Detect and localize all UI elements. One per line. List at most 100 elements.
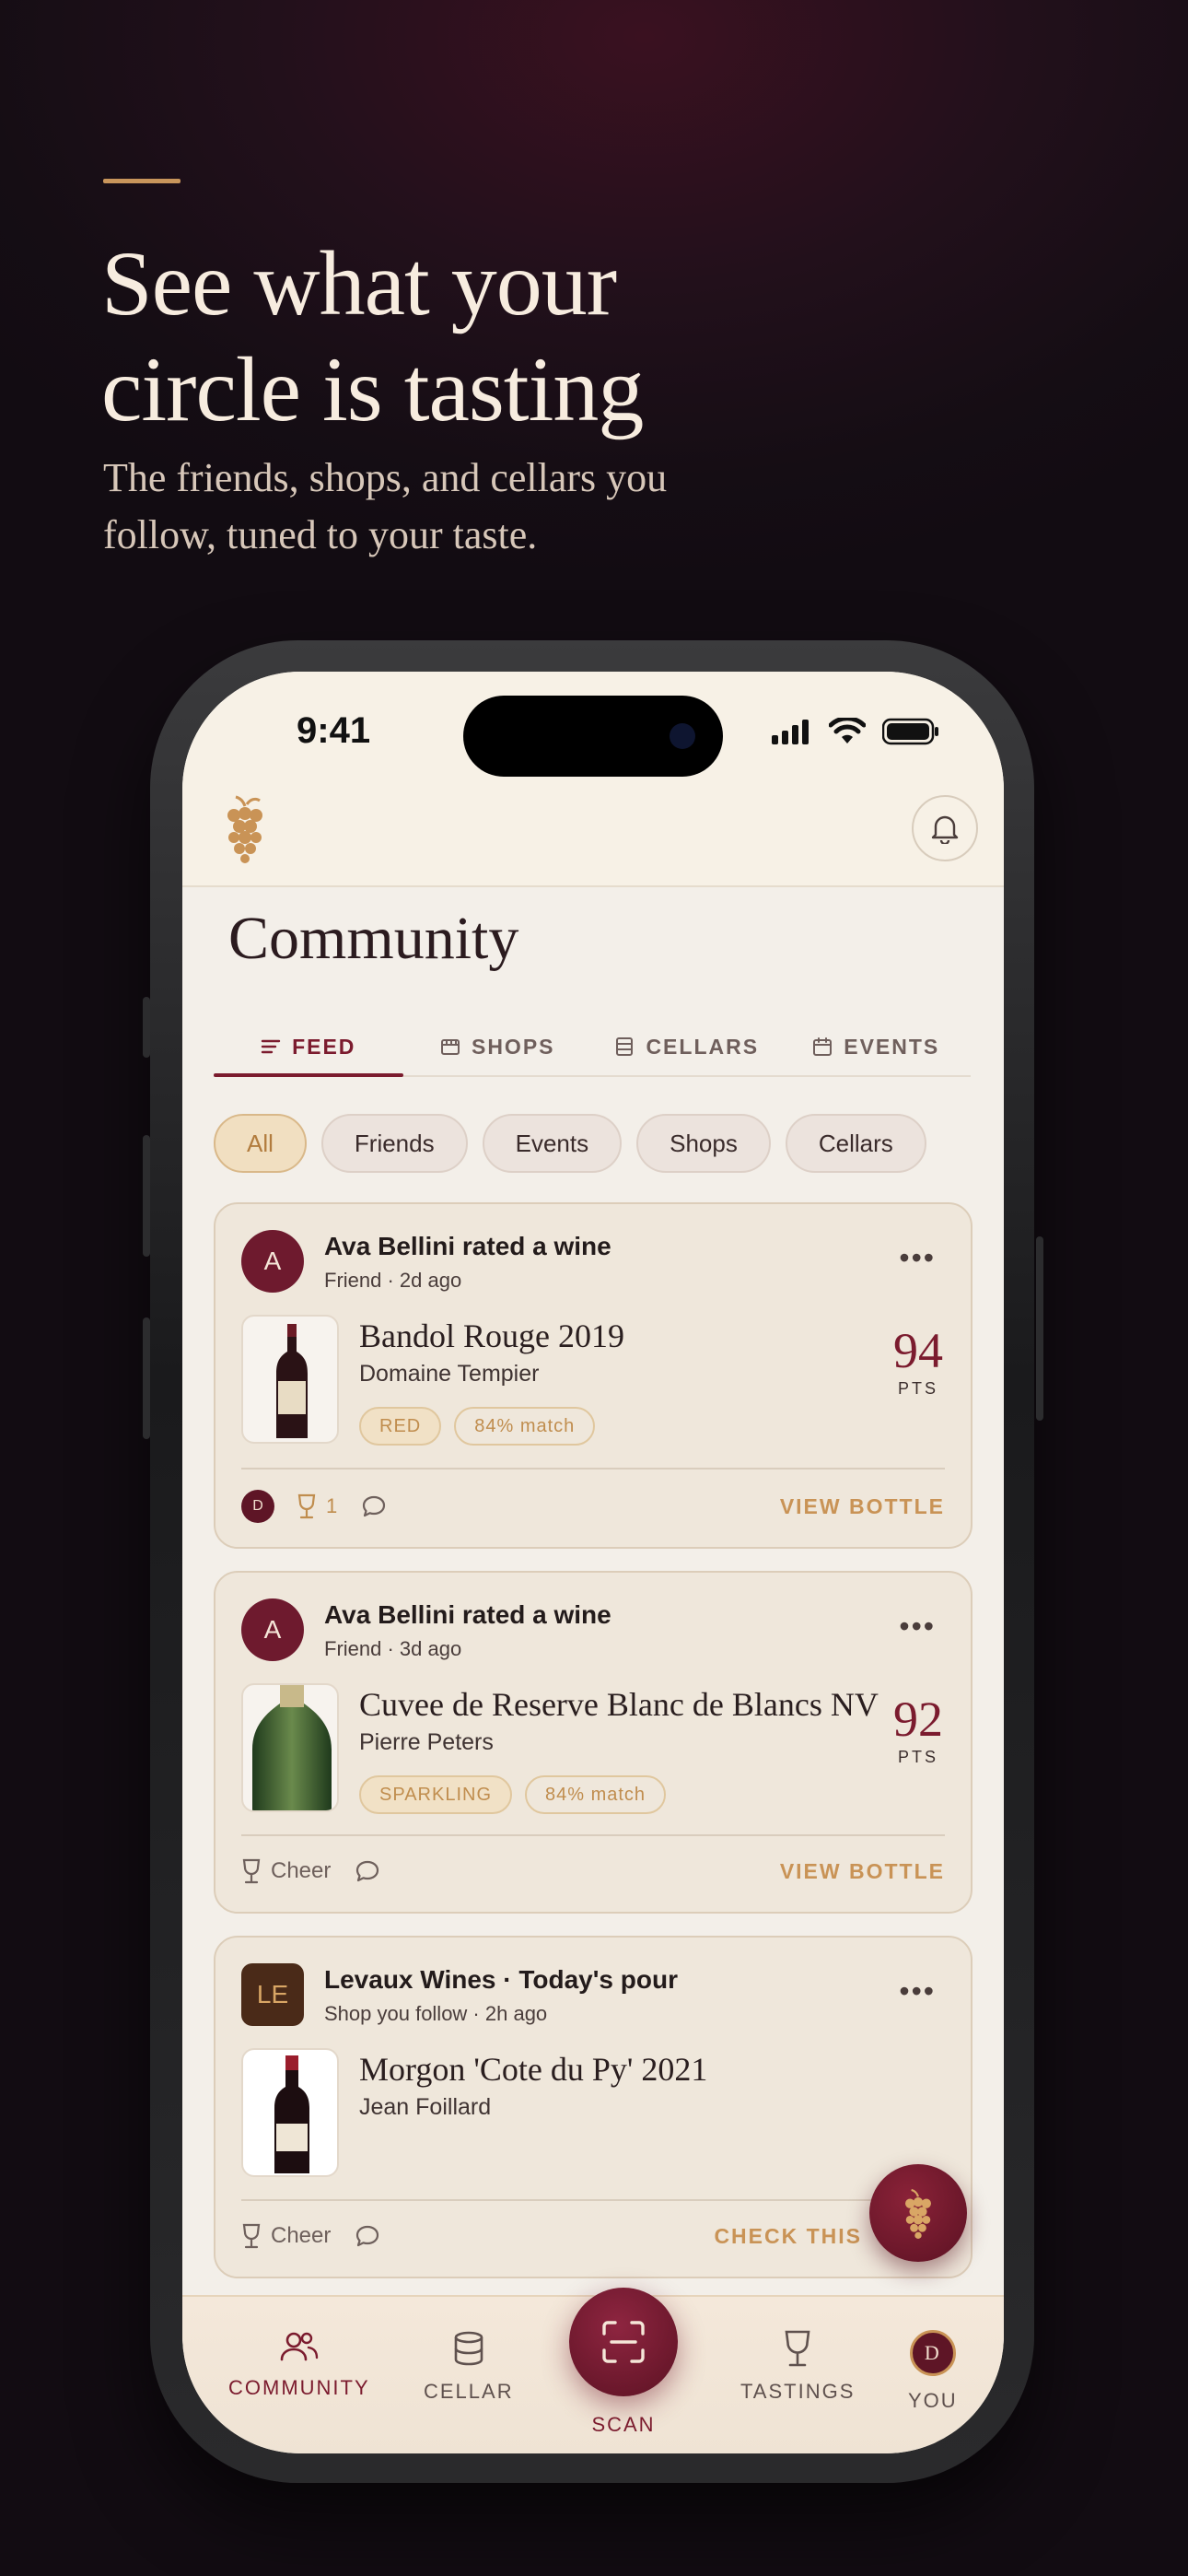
accent-line bbox=[103, 179, 181, 183]
headline-line-1: See what your bbox=[101, 232, 617, 334]
wine-bottle-image bbox=[241, 1315, 339, 1444]
scan-icon bbox=[602, 2321, 645, 2363]
more-options-icon[interactable]: ••• bbox=[899, 1241, 936, 1275]
match-badge: 84% match bbox=[454, 1407, 596, 1446]
battery-icon bbox=[882, 718, 938, 745]
filter-chip-all[interactable]: All bbox=[214, 1114, 307, 1173]
headline-line-2: circle is tasting bbox=[101, 338, 644, 440]
storefront-icon bbox=[440, 1039, 460, 1055]
reactor-avatar[interactable]: D bbox=[241, 1490, 274, 1523]
filter-chips: All Friends Events Shops Cellars bbox=[214, 1114, 926, 1173]
wine-tags: RED 84% match bbox=[359, 1407, 596, 1446]
feed-card[interactable]: A Ava Bellini rated a wine Friend · 2d a… bbox=[214, 1202, 973, 1549]
bottom-nav: COMMUNITY CELLAR SCAN TASTINGS D YOU bbox=[182, 2288, 1004, 2453]
score: 94 PTS bbox=[893, 1326, 943, 1399]
nav-tastings[interactable]: TASTINGS bbox=[740, 2330, 855, 2404]
list-icon bbox=[261, 1039, 281, 1054]
wine-bottle-image bbox=[241, 1683, 339, 1812]
nav-cellar[interactable]: CELLAR bbox=[424, 2330, 514, 2404]
wine-name: Bandol Rouge 2019 bbox=[359, 1317, 624, 1354]
feed-card[interactable]: LE Levaux Wines · Today's pour Shop you … bbox=[214, 1936, 973, 2278]
scan-button[interactable] bbox=[569, 2288, 678, 2396]
tab-label: CELLARS bbox=[646, 1034, 760, 1059]
signal-icon bbox=[772, 720, 809, 744]
nav-you[interactable]: D YOU bbox=[908, 2330, 958, 2413]
score-value: 92 bbox=[893, 1692, 943, 1747]
wine-tags: SPARKLING 84% match bbox=[359, 1775, 667, 1814]
sommelier-fab-button[interactable] bbox=[869, 2164, 967, 2262]
wine-name: Cuvee de Reserve Blanc de Blancs NV bbox=[359, 1686, 879, 1723]
phone-action-button bbox=[143, 997, 150, 1058]
tab-label: FEED bbox=[292, 1034, 356, 1059]
tab-feed[interactable]: FEED bbox=[214, 1018, 403, 1077]
more-options-icon[interactable]: ••• bbox=[899, 1610, 936, 1644]
score-label: PTS bbox=[897, 1748, 938, 1766]
glass-icon bbox=[242, 1858, 261, 1884]
divider bbox=[241, 1834, 945, 1836]
cellar-icon bbox=[616, 1037, 634, 1056]
tab-cellars[interactable]: CELLARS bbox=[592, 1018, 782, 1075]
cheer-button[interactable]: Cheer bbox=[241, 1858, 331, 1884]
wifi-icon bbox=[829, 718, 866, 744]
filter-chip-shops[interactable]: Shops bbox=[636, 1114, 771, 1173]
phone-screen: 9:41 Community FEED SHOPS CELLARS EVENTS… bbox=[182, 672, 1004, 2453]
card-footer: Cheer CHECK THIS bbox=[241, 2216, 945, 2256]
tab-shops[interactable]: SHOPS bbox=[403, 1018, 593, 1075]
avatar[interactable]: A bbox=[241, 1598, 304, 1661]
comment-icon bbox=[356, 2225, 379, 2247]
comment-icon bbox=[356, 1860, 379, 1882]
cheer-button[interactable]: Cheer bbox=[241, 2223, 331, 2249]
phone-volume-down bbox=[143, 1317, 150, 1439]
people-icon bbox=[280, 2332, 319, 2361]
card-title: Ava Bellini rated a wine bbox=[324, 1600, 611, 1629]
calendar-icon bbox=[813, 1037, 833, 1056]
score-value: 94 bbox=[893, 1323, 943, 1378]
filter-chip-cellars[interactable]: Cellars bbox=[785, 1114, 926, 1173]
check-this-link[interactable]: CHECK THIS bbox=[714, 2224, 862, 2249]
nav-label: CELLAR bbox=[424, 2380, 514, 2403]
card-title: Levaux Wines · Today's pour bbox=[324, 1965, 678, 1994]
wine-producer: Jean Foillard bbox=[359, 2094, 492, 2120]
tab-label: EVENTS bbox=[844, 1034, 940, 1059]
page-title: Community bbox=[228, 905, 519, 972]
comment-icon bbox=[363, 1495, 386, 1517]
nav-community[interactable]: COMMUNITY bbox=[228, 2330, 370, 2400]
card-footer: D 1 VIEW BOTTLE bbox=[241, 1486, 945, 1527]
shop-avatar[interactable]: LE bbox=[241, 1963, 304, 2026]
tab-label: SHOPS bbox=[471, 1034, 555, 1059]
avatar[interactable]: A bbox=[241, 1230, 304, 1293]
divider bbox=[241, 2199, 945, 2201]
status-icons bbox=[772, 718, 939, 745]
comment-button[interactable] bbox=[355, 2224, 380, 2248]
grape-logo-icon bbox=[223, 793, 267, 868]
cheer-label: Cheer bbox=[271, 2223, 332, 2248]
wine-name: Morgon 'Cote du Py' 2021 bbox=[359, 2051, 708, 2088]
filter-chip-events[interactable]: Events bbox=[482, 1114, 623, 1173]
phone-power-button bbox=[1036, 1236, 1043, 1421]
wine-producer: Domaine Tempier bbox=[359, 1361, 540, 1387]
wine-type-badge: SPARKLING bbox=[359, 1775, 512, 1814]
card-subtitle: Shop you follow · 2h ago bbox=[324, 2002, 548, 2025]
comment-button[interactable] bbox=[355, 1859, 380, 1883]
user-avatar: D bbox=[909, 2330, 956, 2376]
camera-icon bbox=[670, 723, 695, 749]
view-bottle-link[interactable]: VIEW BOTTLE bbox=[780, 1494, 945, 1519]
feed-card[interactable]: A Ava Bellini rated a wine Friend · 3d a… bbox=[214, 1571, 973, 1914]
match-badge: 84% match bbox=[525, 1775, 667, 1814]
tab-bar: FEED SHOPS CELLARS EVENTS bbox=[214, 1018, 971, 1077]
view-bottle-link[interactable]: VIEW BOTTLE bbox=[780, 1859, 945, 1884]
filter-chip-friends[interactable]: Friends bbox=[320, 1114, 468, 1173]
barrel-icon bbox=[454, 2331, 483, 2366]
tab-events[interactable]: EVENTS bbox=[782, 1018, 972, 1075]
wine-glass-icon bbox=[785, 2330, 810, 2367]
promo-headline: See what your circle is tasting bbox=[101, 230, 644, 442]
bell-icon bbox=[931, 815, 959, 844]
card-footer: Cheer VIEW BOTTLE bbox=[241, 1851, 945, 1891]
comment-button[interactable] bbox=[361, 1494, 387, 1518]
glass-icon bbox=[242, 2223, 261, 2249]
card-subtitle: Friend · 3d ago bbox=[324, 1637, 462, 1660]
cheer-button[interactable]: 1 bbox=[297, 1493, 337, 1519]
wine-producer: Pierre Peters bbox=[359, 1729, 494, 1755]
more-options-icon[interactable]: ••• bbox=[899, 1974, 936, 2008]
notifications-button[interactable] bbox=[912, 795, 978, 861]
